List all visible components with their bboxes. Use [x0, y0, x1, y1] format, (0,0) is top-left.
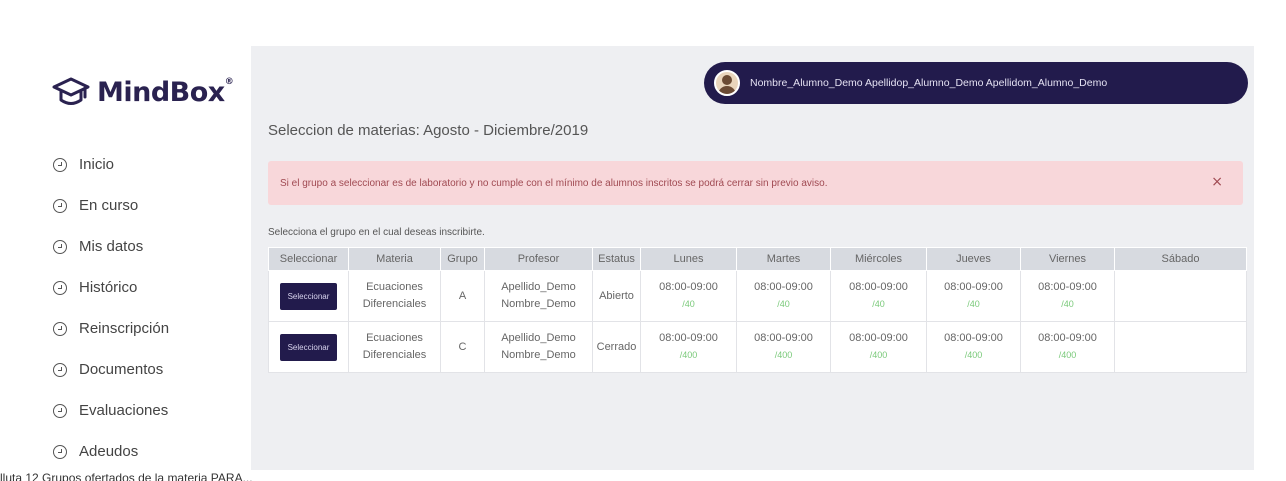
clock-icon	[53, 239, 67, 254]
materia-cell: Ecuaciones Diferenciales	[348, 270, 441, 322]
clock-icon	[53, 362, 67, 377]
lunes-cell: 08:00-09:00/400	[640, 321, 737, 373]
logo[interactable]: MindBox®	[51, 72, 234, 112]
sidebar-item-adeudos[interactable]: Adeudos	[53, 431, 243, 472]
clock-icon	[53, 403, 67, 418]
page-title: Seleccion de materias: Agosto - Diciembr…	[268, 122, 589, 139]
sidebar-item-mis-datos[interactable]: Mis datos	[53, 226, 243, 267]
sidebar-item-documentos[interactable]: Documentos	[53, 349, 243, 390]
close-icon[interactable]: ×	[1211, 174, 1223, 190]
profesor-cell: Apellido_Demo Nombre_Demo	[484, 321, 593, 373]
sidebar-item-label: Documentos	[79, 361, 164, 378]
sidebar-item-label: Evaluaciones	[79, 402, 169, 419]
column-header: Estatus	[592, 247, 641, 271]
sidebar-item-historico[interactable]: Histórico	[53, 267, 243, 308]
estatus-cell: Cerrado	[592, 321, 641, 373]
sidebar-item-label: Histórico	[79, 279, 138, 296]
main-content: Nombre_Alumno_Demo Apellidop_Alumno_Demo…	[251, 46, 1254, 470]
martes-cell: 08:00-09:00/400	[736, 321, 831, 373]
sidebar-item-inicio[interactable]: Inicio	[53, 144, 243, 185]
user-menu[interactable]: Nombre_Alumno_Demo Apellidop_Alumno_Demo…	[704, 62, 1248, 104]
column-header: Jueves	[926, 247, 1021, 271]
select-group-button[interactable]: Seleccionar	[279, 333, 338, 361]
select-cell: Seleccionar	[268, 321, 349, 373]
sabado-cell	[1114, 270, 1247, 322]
table-header-row: Seleccionar Materia Grupo Profesor Estat…	[268, 247, 1247, 271]
column-header: Viernes	[1020, 247, 1115, 271]
martes-cell: 08:00-09:00/40	[736, 270, 831, 322]
sidebar-nav: Inicio En curso Mis datos Histórico Rein…	[53, 144, 243, 472]
sidebar-item-label: En curso	[79, 197, 139, 214]
user-name: Nombre_Alumno_Demo Apellidop_Alumno_Demo…	[750, 77, 1108, 89]
clock-icon	[53, 444, 67, 459]
grupo-cell: A	[440, 270, 485, 322]
select-cell: Seleccionar	[268, 270, 349, 322]
column-header: Martes	[736, 247, 831, 271]
estatus-cell: Abierto	[592, 270, 641, 322]
graduation-cap-icon	[52, 77, 90, 105]
figure-caption: lluta 12 Grupos ofertados de la materia …	[0, 471, 253, 481]
sidebar-item-en-curso[interactable]: En curso	[53, 185, 243, 226]
brand-name: MindBox®	[97, 76, 234, 108]
sidebar-item-label: Adeudos	[79, 443, 139, 460]
viernes-cell: 08:00-09:00/400	[1020, 321, 1115, 373]
column-header: Lunes	[640, 247, 737, 271]
lunes-cell: 08:00-09:00/40	[640, 270, 737, 322]
sidebar-item-label: Reinscripción	[79, 320, 170, 337]
jueves-cell: 08:00-09:00/40	[926, 270, 1021, 322]
clock-icon	[53, 198, 67, 213]
instruction-text: Selecciona el grupo en el cual deseas in…	[268, 227, 485, 238]
clock-icon	[53, 321, 67, 336]
profesor-cell: Apellido_Demo Nombre_Demo	[484, 270, 593, 322]
table-row: Seleccionar Ecuaciones Diferenciales A Ap…	[268, 270, 1247, 322]
miercoles-cell: 08:00-09:00/400	[830, 321, 927, 373]
viernes-cell: 08:00-09:00/40	[1020, 270, 1115, 322]
miercoles-cell: 08:00-09:00/40	[830, 270, 927, 322]
column-header: Miércoles	[830, 247, 927, 271]
materia-cell: Ecuaciones Diferenciales	[348, 321, 441, 373]
alert-text: Si el grupo a seleccionar es de laborato…	[280, 177, 828, 189]
select-group-button[interactable]: Seleccionar	[279, 282, 338, 310]
column-header: Sábado	[1114, 247, 1247, 271]
sidebar-item-label: Inicio	[79, 156, 115, 173]
jueves-cell: 08:00-09:00/400	[926, 321, 1021, 373]
table-row: Seleccionar Ecuaciones Diferenciales C Ap…	[268, 321, 1247, 373]
sidebar-item-label: Mis datos	[79, 238, 144, 255]
sidebar-item-evaluaciones[interactable]: Evaluaciones	[53, 390, 243, 431]
alert-banner: Si el grupo a seleccionar es de laborato…	[268, 161, 1243, 205]
sidebar: MindBox® Inicio En curso Mis datos Histó…	[33, 46, 251, 470]
column-header: Seleccionar	[268, 247, 349, 271]
groups-table: Seleccionar Materia Grupo Profesor Estat…	[268, 247, 1247, 373]
grupo-cell: C	[440, 321, 485, 373]
avatar	[714, 70, 740, 96]
sabado-cell	[1114, 321, 1247, 373]
column-header: Materia	[348, 247, 441, 271]
sidebar-item-reinscripcion[interactable]: Reinscripción	[53, 308, 243, 349]
column-header: Profesor	[484, 247, 593, 271]
column-header: Grupo	[440, 247, 485, 271]
clock-icon	[53, 280, 67, 295]
clock-icon	[53, 157, 67, 172]
